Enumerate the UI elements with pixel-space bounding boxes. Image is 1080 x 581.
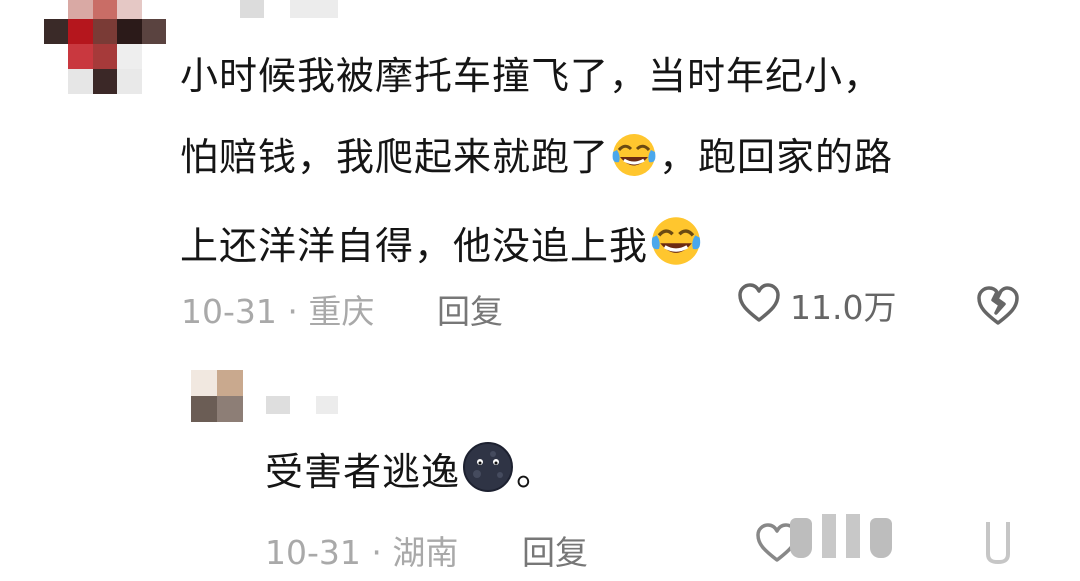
username-blur[interactable] [240, 0, 264, 18]
username-blur[interactable] [266, 396, 290, 414]
like-button[interactable]: 11.0万 [736, 280, 896, 330]
dislike-button[interactable] [974, 282, 1022, 332]
broken-heart-icon [974, 286, 1022, 332]
meta-separator: · [371, 533, 382, 572]
comment-text: 小时候我被摩托车撞飞了，当时年纪小， 怕赔钱，我爬起来就跑了 ，跑回家的路 上还洋… [180, 36, 1060, 295]
comment-meta: 10-31 · 重庆 [181, 285, 374, 333]
like-count: 11.0万 [790, 288, 897, 327]
comment-line: 上还洋洋自得，他没追上我 [180, 206, 1060, 295]
reply-meta: 10-31 · 湖南 [265, 526, 458, 574]
laughing-crying-emoji-icon [650, 214, 702, 295]
reply-button[interactable]: 回复 [437, 285, 503, 333]
heart-icon [736, 280, 782, 330]
username-blur[interactable] [316, 396, 338, 414]
broken-heart-icon [978, 522, 1018, 568]
username-blur[interactable] [290, 0, 338, 18]
reply-location: 湖南 [392, 533, 459, 572]
dislike-button[interactable] [978, 518, 1018, 568]
laughing-crying-emoji-icon [611, 125, 657, 206]
comment-line: 小时候我被摩托车撞飞了，当时年纪小， [180, 54, 883, 98]
meta-separator: · [287, 292, 298, 331]
avatar[interactable] [44, 0, 166, 94]
comment-date: 10-31 [181, 292, 277, 331]
avatar[interactable] [191, 370, 243, 422]
reply-text: 受害者逃逸。 [265, 432, 555, 521]
dark-moon-face-emoji-icon [462, 440, 514, 521]
reply-date: 10-31 [265, 533, 361, 572]
comment-location: 重庆 [308, 292, 375, 331]
comment-line: 怕赔钱，我爬起来就跑了 ，跑回家的路 [180, 117, 1060, 206]
watermark-overlay [790, 514, 892, 558]
reply-button[interactable]: 回复 [522, 526, 588, 574]
